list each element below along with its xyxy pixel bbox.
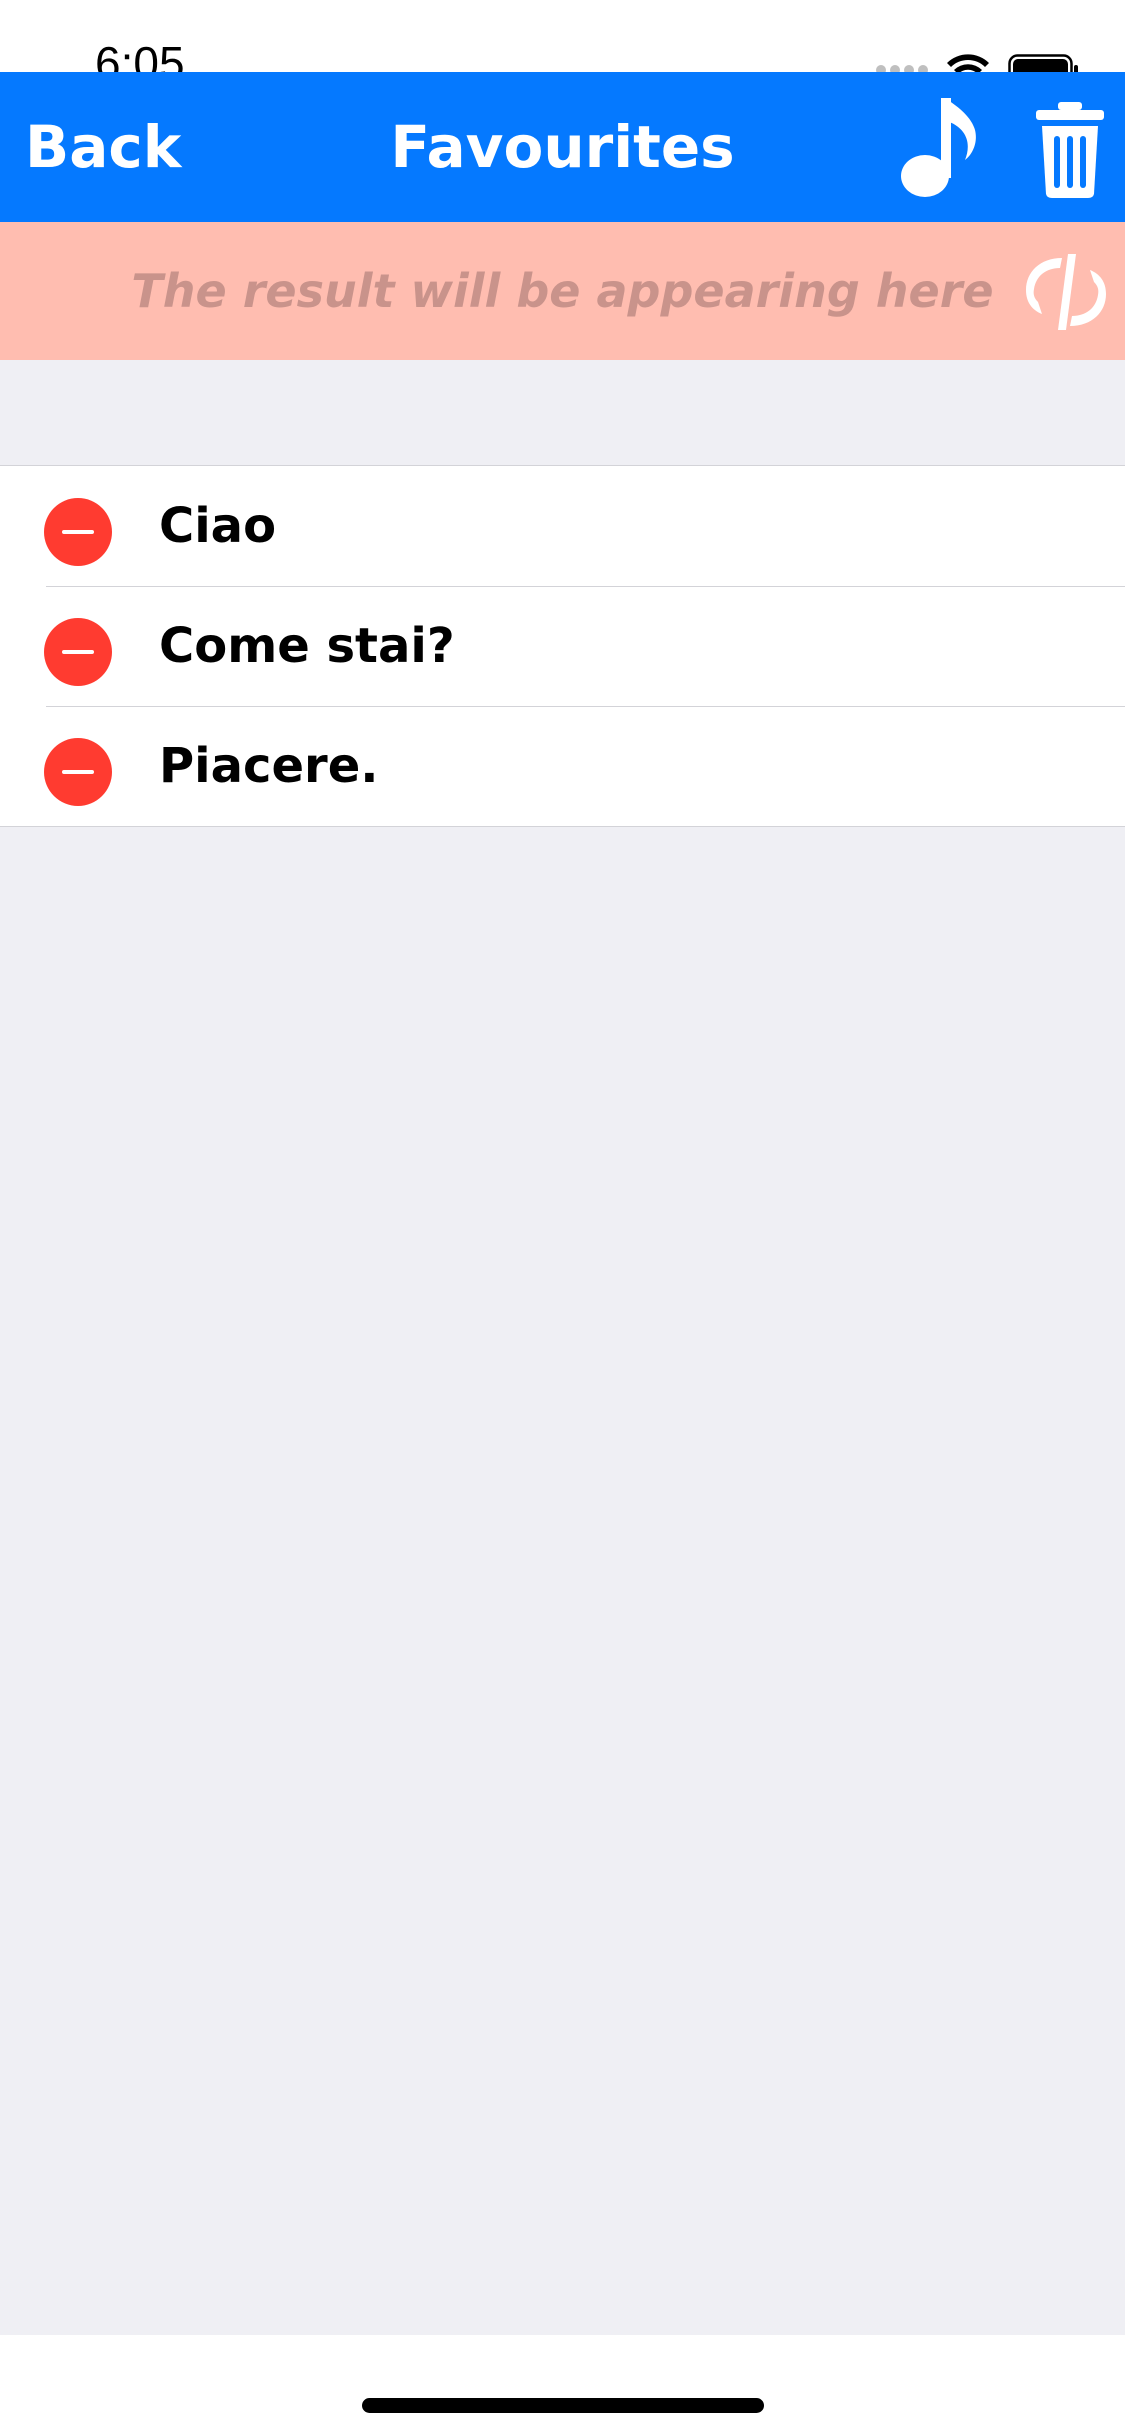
bottom-safe-area bbox=[0, 2335, 1125, 2436]
list-item-label: Ciao bbox=[159, 498, 277, 554]
trash-icon bbox=[1036, 102, 1104, 198]
minus-icon bbox=[62, 770, 94, 774]
minus-icon bbox=[62, 530, 94, 534]
delete-button[interactable] bbox=[44, 498, 112, 566]
status-bar: 6:05 bbox=[0, 0, 1125, 86]
navigation-bar: Back Favourites bbox=[0, 72, 1125, 222]
favourites-screen: 6:05 Back Favourites The result will be … bbox=[0, 0, 1125, 2436]
list-item-label: Come stai? bbox=[159, 618, 455, 674]
minus-icon bbox=[62, 650, 94, 654]
favourites-list: Ciao Come stai? Piacere. bbox=[0, 465, 1125, 827]
swap-button[interactable] bbox=[1018, 252, 1114, 332]
list-item[interactable]: Ciao bbox=[0, 466, 1125, 586]
delete-button[interactable] bbox=[44, 738, 112, 806]
list-item[interactable]: Come stai? bbox=[0, 586, 1125, 706]
list-item-label: Piacere. bbox=[159, 738, 379, 794]
result-banner: The result will be appearing here bbox=[0, 222, 1125, 360]
swap-icon bbox=[1026, 254, 1106, 330]
trash-button[interactable] bbox=[1032, 100, 1108, 200]
delete-button[interactable] bbox=[44, 618, 112, 686]
back-button[interactable]: Back bbox=[25, 72, 181, 222]
list-item[interactable]: Piacere. bbox=[0, 706, 1125, 826]
result-text: The result will be appearing here bbox=[131, 264, 994, 318]
home-indicator[interactable] bbox=[362, 2398, 764, 2413]
music-button[interactable] bbox=[895, 94, 995, 204]
music-note-icon bbox=[901, 98, 976, 197]
